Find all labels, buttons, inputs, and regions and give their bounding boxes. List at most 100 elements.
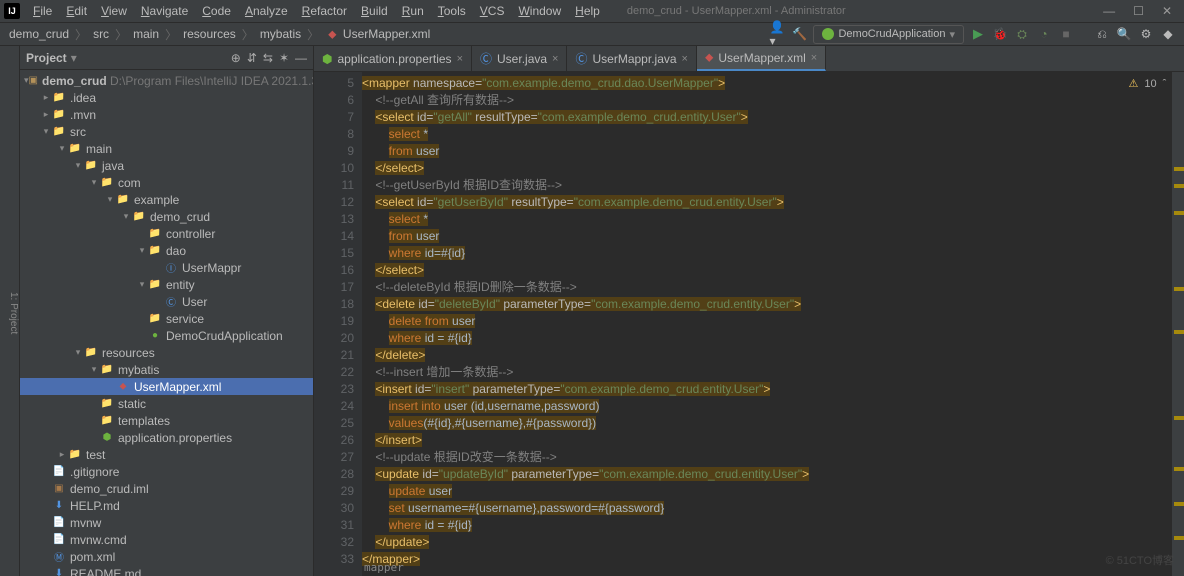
tree-item[interactable]: ▾📁demo_crud <box>20 208 313 225</box>
tree-item[interactable]: ▾📁com <box>20 174 313 191</box>
tree-item[interactable]: ⬇README.md <box>20 565 313 576</box>
tree-item[interactable]: ▸📁.mvn <box>20 106 313 123</box>
tree-item[interactable]: ▾📁example <box>20 191 313 208</box>
tree-item[interactable]: ⬢application.properties <box>20 429 313 446</box>
tree-item[interactable]: 📄mvnw <box>20 514 313 531</box>
inspection-widget[interactable]: ⚠ 10 ˆ ˇ <box>1129 77 1176 90</box>
code-editor[interactable]: <mapper namespace="com.example.demo_crud… <box>362 72 1184 576</box>
gear-icon[interactable]: ✶ <box>279 51 289 65</box>
tree-item[interactable]: ▾📁src <box>20 123 313 140</box>
menu-code[interactable]: Code <box>195 4 238 18</box>
tree-item[interactable]: ⒾUserMappr <box>20 259 313 276</box>
up-icon[interactable]: ˆ <box>1163 78 1167 90</box>
breadcrumb-hint[interactable]: mapper <box>364 561 404 574</box>
close-tab-icon[interactable]: × <box>552 53 558 65</box>
menu-run[interactable]: Run <box>395 4 431 18</box>
user-icon[interactable]: 👤▾ <box>769 26 785 42</box>
tree-item[interactable]: ●DemoCrudApplication <box>20 327 313 344</box>
menu-edit[interactable]: Edit <box>59 4 94 18</box>
menu-navigate[interactable]: Navigate <box>134 4 195 18</box>
tree-item[interactable]: ▾📁resources <box>20 344 313 361</box>
tree-item-selected[interactable]: ⬥UserMapper.xml <box>20 378 313 395</box>
build-icon[interactable]: 🔨 <box>791 26 807 42</box>
run-config-label: DemoCrudApplication <box>838 28 945 40</box>
tab-UserMappr-java[interactable]: Ⓒ UserMappr.java × <box>567 46 697 71</box>
project-panel: Project ▾ ⊕ ⇵ ⇆ ✶ — ▾▣demo_crud D:\Progr… <box>20 46 314 576</box>
breadcrumb-part[interactable]: resources <box>180 27 239 41</box>
editor-area: ⬢ application.properties ×Ⓒ User.java ×Ⓒ… <box>314 46 1184 576</box>
warning-icon: ⚠ <box>1129 77 1139 90</box>
ide-icon[interactable]: ◆ <box>1160 26 1176 42</box>
stop-icon[interactable]: ■ <box>1058 26 1074 42</box>
line-gutter: 5678910111213141516171819202122232425262… <box>314 72 362 576</box>
profile-icon[interactable]: ◔ <box>1036 26 1052 42</box>
tree-item[interactable]: 📁templates <box>20 412 313 429</box>
project-tree[interactable]: ▾▣demo_crud D:\Program Files\IntelliJ ID… <box>20 70 313 576</box>
settings-icon[interactable]: ⚙ <box>1138 26 1154 42</box>
tree-item[interactable]: ▾📁dao <box>20 242 313 259</box>
menu-build[interactable]: Build <box>354 4 395 18</box>
hide-icon[interactable]: — <box>295 51 307 65</box>
minimize-icon[interactable]: ― <box>1103 4 1115 18</box>
left-gutter: 1: Project Structure Favorites <box>0 46 20 576</box>
run-icon[interactable]: ▶ <box>970 26 986 42</box>
vcs-icon[interactable]: ⎌ <box>1094 26 1110 42</box>
tab-application-properties[interactable]: ⬢ application.properties × <box>314 46 472 71</box>
tree-item[interactable]: ▾📁java <box>20 157 313 174</box>
maximize-icon[interactable]: ☐ <box>1133 4 1144 18</box>
tree-item[interactable]: ▾📁main <box>20 140 313 157</box>
close-tab-icon[interactable]: × <box>457 53 463 65</box>
menu-analyze[interactable]: Analyze <box>238 4 295 18</box>
tree-root[interactable]: ▾▣demo_crud D:\Program Files\IntelliJ ID… <box>20 72 313 89</box>
watermark: © 51CTO博客 <box>1106 552 1174 568</box>
menu-window[interactable]: Window <box>511 4 568 18</box>
warning-count: 10 <box>1144 78 1156 90</box>
menu-vcs[interactable]: VCS <box>473 4 512 18</box>
tree-item[interactable]: ▣demo_crud.iml <box>20 480 313 497</box>
app-logo-icon: IJ <box>4 3 20 19</box>
menu-file[interactable]: File <box>26 4 59 18</box>
project-panel-title: Project <box>26 51 67 65</box>
menubar: IJ FileEditViewNavigateCodeAnalyzeRefact… <box>0 0 1184 22</box>
chevron-down-icon[interactable]: ▾ <box>71 51 77 65</box>
tree-item[interactable]: 📁static <box>20 395 313 412</box>
editor-tabs: ⬢ application.properties ×Ⓒ User.java ×Ⓒ… <box>314 46 1184 72</box>
close-tab-icon[interactable]: × <box>682 53 688 65</box>
tree-item[interactable]: 📁controller <box>20 225 313 242</box>
tab-User-java[interactable]: Ⓒ User.java × <box>472 46 567 71</box>
close-icon[interactable]: ✕ <box>1162 4 1172 18</box>
target-icon[interactable]: ⊕ <box>231 51 241 65</box>
breadcrumb-part[interactable]: ⬥ UserMapper.xml <box>322 27 433 42</box>
expand-icon[interactable]: ⇵ <box>247 51 257 65</box>
tree-item[interactable]: 📄.gitignore <box>20 463 313 480</box>
menu-refactor[interactable]: Refactor <box>295 4 354 18</box>
collapse-icon[interactable]: ⇆ <box>263 51 273 65</box>
menu-help[interactable]: Help <box>568 4 607 18</box>
search-icon[interactable]: 🔍 <box>1116 26 1132 42</box>
breadcrumb-part[interactable]: demo_crud <box>6 27 72 41</box>
coverage-icon[interactable]: ⛭ <box>1014 26 1030 42</box>
tree-item[interactable]: ▸📁.idea <box>20 89 313 106</box>
breadcrumb-part[interactable]: main <box>130 27 162 41</box>
scroll-marks[interactable] <box>1172 72 1184 576</box>
navbar: demo_crud〉src〉main〉resources〉mybatis〉⬥ U… <box>0 22 1184 46</box>
springboot-icon <box>822 28 834 40</box>
breadcrumb-part[interactable]: src <box>90 27 112 41</box>
run-config-select[interactable]: DemoCrudApplication ▾ <box>813 25 964 44</box>
tree-item[interactable]: Ⓜpom.xml <box>20 548 313 565</box>
menu-tools[interactable]: Tools <box>431 4 473 18</box>
debug-icon[interactable]: 🐞 <box>992 26 1008 42</box>
tab-UserMapper-xml[interactable]: ⬥ UserMapper.xml × <box>697 46 826 71</box>
tree-item[interactable]: ⬇HELP.md <box>20 497 313 514</box>
tree-item[interactable]: ⒸUser <box>20 293 313 310</box>
close-tab-icon[interactable]: × <box>811 52 817 64</box>
tree-item[interactable]: 📄mvnw.cmd <box>20 531 313 548</box>
tree-item[interactable]: ▾📁mybatis <box>20 361 313 378</box>
window-title: demo_crud - UserMapper.xml - Administrat… <box>627 5 846 17</box>
tree-item[interactable]: ▾📁entity <box>20 276 313 293</box>
tree-item[interactable]: ▸📁test <box>20 446 313 463</box>
project-tool-button[interactable]: 1: Project <box>8 292 19 334</box>
menu-view[interactable]: View <box>94 4 134 18</box>
tree-item[interactable]: 📁service <box>20 310 313 327</box>
breadcrumb-part[interactable]: mybatis <box>257 27 304 41</box>
